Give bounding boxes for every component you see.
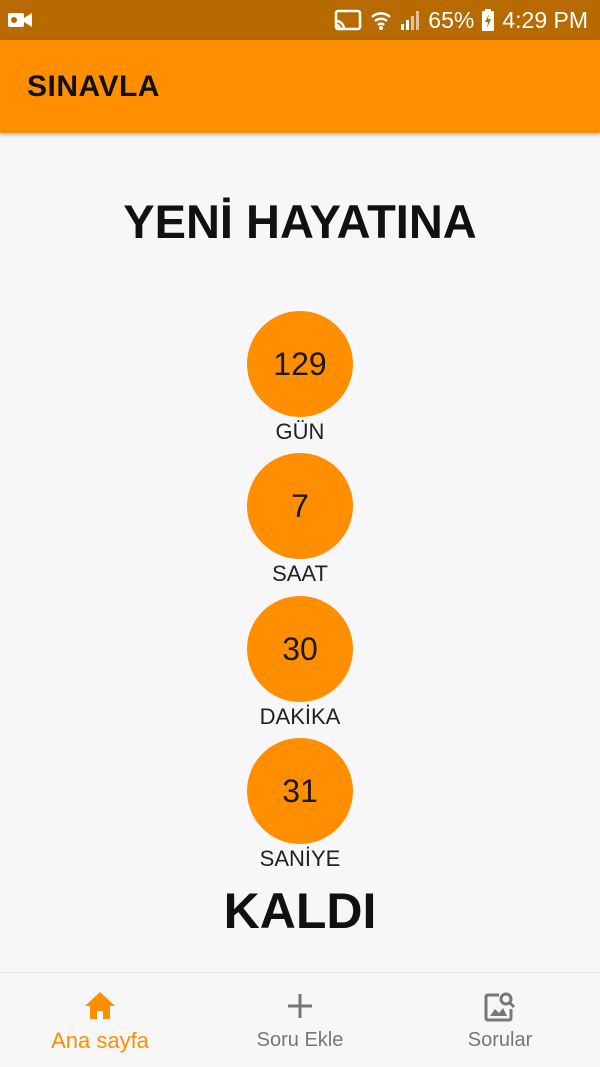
nav-add-question[interactable]: Soru Ekle [200,973,400,1067]
counter-label: DAKİKA [259,704,341,729]
app-bar: SINAVLA [0,40,600,133]
bottom-navigation: Ana sayfa Soru Ekle Sorular [0,972,600,1067]
counter-circle: 7 [247,453,353,559]
battery-charging-icon [482,9,495,31]
counter-circle: 30 [247,596,353,702]
counter-label: SANİYE [259,846,341,871]
counter-label: SAAT [272,561,328,586]
battery-percent: 65% [428,6,475,33]
counter-circle: 129 [247,311,353,417]
cast-icon [335,9,362,31]
signal-icon [401,11,420,30]
nav-label: Soru Ekle [256,1029,344,1051]
app-title: SINAVLA [27,70,160,103]
footer-headline: KALDI [223,883,377,939]
video-camera-icon [8,13,32,27]
nav-questions[interactable]: Sorular [400,973,600,1067]
countdown-days: 129 GÜN [247,311,353,444]
status-bar: 65% 4:29 PM [0,0,600,40]
countdown-hours: 7 SAAT [247,453,353,586]
plus-icon [288,994,312,1018]
status-icons: 65% 4:29 PM [334,0,588,40]
counter-label: GÜN [275,419,325,444]
counter-circle: 31 [247,738,353,844]
nav-home[interactable]: Ana sayfa [0,973,200,1067]
headline: YENİ HAYATINA [123,195,477,248]
clock: 4:29 PM [502,6,588,33]
nav-label: Sorular [467,1029,533,1051]
countdown-seconds: 31 SANİYE [247,738,353,871]
home-icon [85,992,115,1019]
nav-label: Ana sayfa [51,1028,149,1053]
countdown-minutes: 30 DAKİKA [247,596,353,729]
wifi-icon [371,12,392,30]
image-search-icon [484,992,516,1022]
